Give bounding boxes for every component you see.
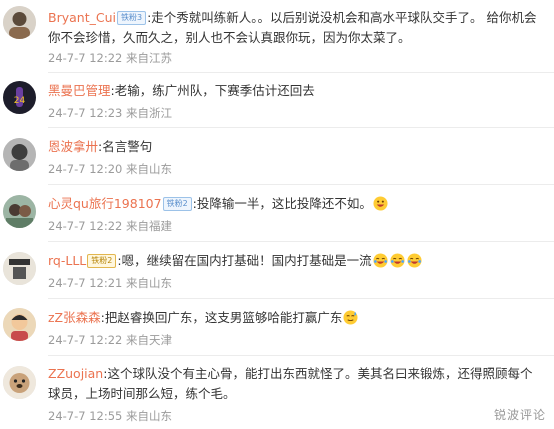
comment-meta: 24-7-7 12:21 来自山东 <box>48 275 172 291</box>
comment-location: 来自江苏 <box>126 51 173 65</box>
comment-body: :这个球队没个有主心骨，能打出东西就怪了。美其名曰来锻炼，还得照顾每个球员，上场… <box>48 366 533 401</box>
username-link[interactable]: rq-LLL <box>48 253 86 268</box>
comment-location: 来自浙江 <box>126 106 173 120</box>
comment-location: 来自山东 <box>126 276 173 290</box>
comment-text-block: 恩波拿卅:名言警句 <box>48 137 542 157</box>
comment-meta: 24-7-7 12:22 来自江苏 <box>48 50 172 66</box>
avatar[interactable]: 24 <box>3 81 36 114</box>
comment-meta: 24-7-7 12:55 来自山东 <box>48 408 172 424</box>
comment-location: 来自天津 <box>126 333 173 347</box>
divider <box>48 72 554 73</box>
laugh-cry-emoji <box>390 253 405 268</box>
fan-badge: 铁粉2 <box>162 197 192 211</box>
divider <box>48 184 554 185</box>
laugh-cry-emoji <box>407 253 422 268</box>
comment-text-block: 黑曼巴管理:老输，练广州队，下赛季估计还回去 <box>48 81 542 101</box>
grin-emoji <box>373 196 388 211</box>
svg-text:24: 24 <box>14 96 26 106</box>
avatar[interactable] <box>3 252 36 285</box>
avatar[interactable] <box>3 138 36 171</box>
username-link[interactable]: zZ张森森 <box>48 310 101 325</box>
comment-location: 来自山东 <box>126 409 173 423</box>
comment-text-block: rq-LLL 铁粉2:嗯，继续留在国内打基础！国内打基础是一流 <box>48 251 542 271</box>
comment-meta: 24-7-7 12:22 来自天津 <box>48 332 172 348</box>
avatar[interactable] <box>3 6 36 39</box>
fan-badge: 铁粉2 <box>87 254 117 268</box>
comment-location: 来自山东 <box>126 162 173 176</box>
comment-meta: 24-7-7 12:22 来自福建 <box>48 218 172 234</box>
divider <box>48 298 554 299</box>
comment-body: :把赵睿换回广东，这支男篮够哈能打赢广东 <box>100 310 343 325</box>
comment-time: 24-7-7 12:22 <box>48 219 123 233</box>
username-link[interactable]: 心灵qu旅行198107 <box>48 196 162 211</box>
watermark: 锐波评论 <box>493 408 546 422</box>
avatar[interactable] <box>3 195 36 228</box>
comment-body: :老输，练广州队，下赛季估计还回去 <box>110 83 315 98</box>
comment-text-block: Bryant_Cui 铁粉3:走个秀就叫练新人。。以后别说没机会和高水平球队交手了… <box>48 8 542 48</box>
comment-time: 24-7-7 12:23 <box>48 106 123 120</box>
comment-body: :嗯，继续留在国内打基础！国内打基础是一流 <box>117 253 372 268</box>
comment-body: :名言警句 <box>98 139 153 154</box>
username-link[interactable]: Bryant_Cui <box>48 10 116 25</box>
divider <box>48 355 554 356</box>
avatar[interactable] <box>3 366 36 399</box>
comment-meta: 24-7-7 12:20 来自山东 <box>48 161 172 177</box>
comment-text-block: 心灵qu旅行198107 铁粉2:投降输一半，这比投降还不如。 <box>48 194 542 214</box>
comment-time: 24-7-7 12:55 <box>48 409 123 423</box>
username-link[interactable]: 黑曼巴管理 <box>48 83 111 98</box>
comment-text-block: zZ张森森:把赵睿换回广东，这支男篮够哈能打赢广东 <box>48 308 542 328</box>
username-link[interactable]: ZZuojian <box>48 366 103 381</box>
divider <box>48 127 554 128</box>
divider <box>48 241 554 242</box>
sweat-emoji <box>343 310 358 325</box>
avatar[interactable] <box>3 308 36 341</box>
comment-time: 24-7-7 12:21 <box>48 276 123 290</box>
username-link[interactable]: 恩波拿卅 <box>48 139 98 154</box>
laugh-cry-emoji <box>373 253 388 268</box>
comment-meta: 24-7-7 12:23 来自浙江 <box>48 105 172 121</box>
comment-time: 24-7-7 12:20 <box>48 162 123 176</box>
comment-time: 24-7-7 12:22 <box>48 51 123 65</box>
comment-text-block: ZZuojian:这个球队没个有主心骨，能打出东西就怪了。美其名曰来锻炼，还得照… <box>48 364 542 404</box>
comment-location: 来自福建 <box>126 219 173 233</box>
comment-time: 24-7-7 12:22 <box>48 333 123 347</box>
fan-badge: 铁粉3 <box>116 11 147 25</box>
comment-body: :投降输一半，这比投降还不如。 <box>192 196 372 211</box>
